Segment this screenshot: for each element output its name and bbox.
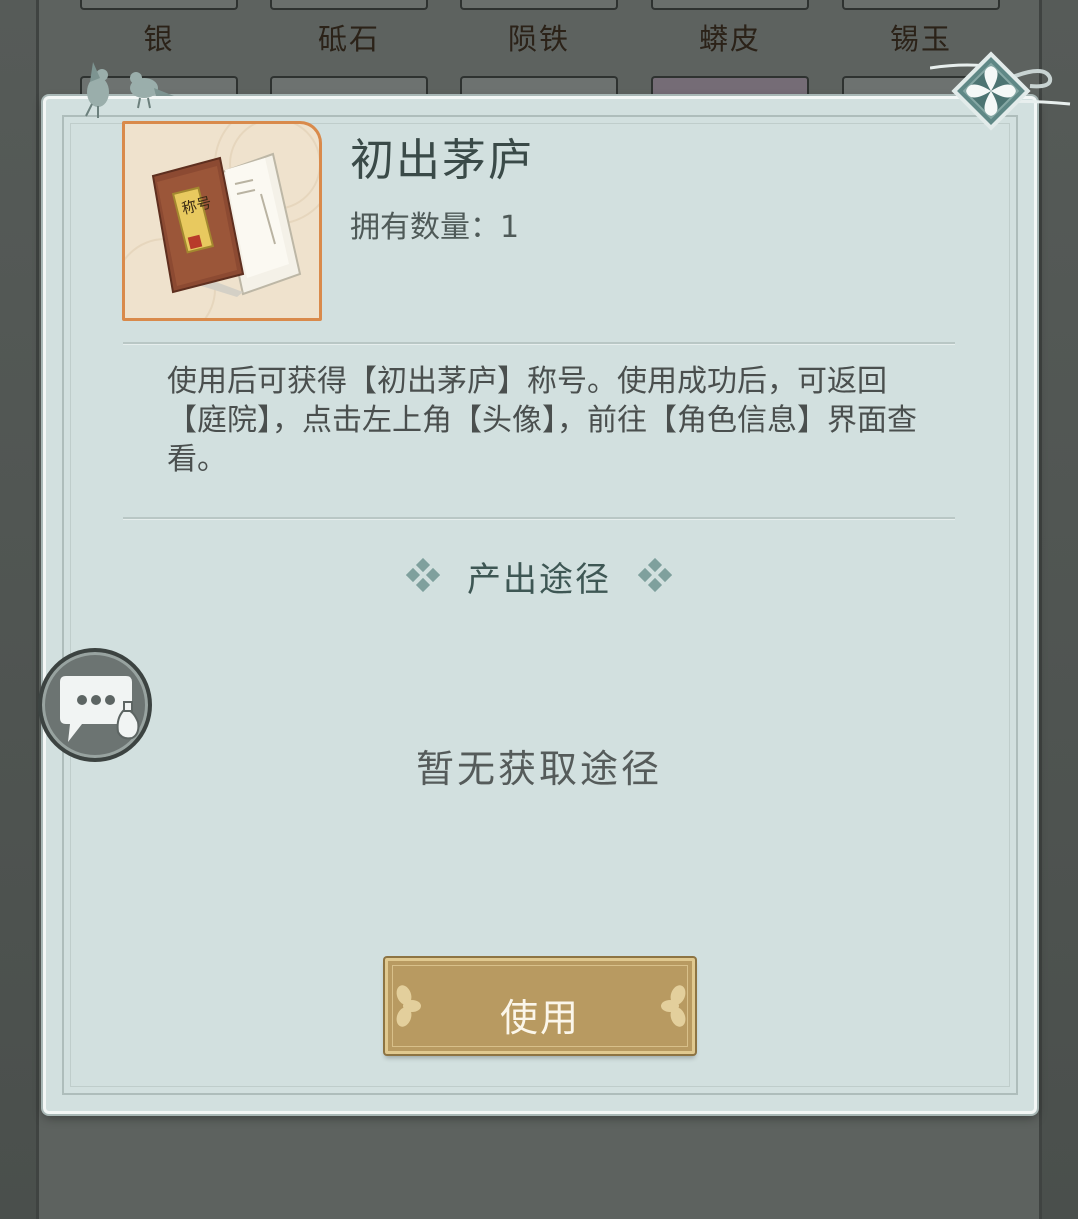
item-count: 拥有数量：1 [350,202,519,246]
item-description: 使用后可获得【初出茅庐】称号。使用成功后，可返回【庭院】，点击左上角【头像】，前… [167,364,917,477]
birds-decoration-icon [85,62,174,118]
item-icon-frame: 称号 [114,103,336,340]
inventory-item-label: 砥石 [317,22,380,56]
inventory-row: 银 砥石 陨铁 蟒皮 锡玉 [80,0,1000,106]
flower-ornament-icon [638,558,672,592]
inventory-slot [842,0,1000,10]
inventory-slot [80,0,238,10]
divider [123,517,955,520]
chat-bubble-icon [60,676,140,742]
inventory-item-label: 陨铁 [507,22,570,56]
use-button[interactable]: 使用 [385,958,695,1054]
inventory-slot [270,0,428,10]
divider [123,342,955,345]
item-count-value: 1 [500,210,520,245]
inventory-slot [651,0,809,10]
item-count-label: 拥有数量： [350,210,500,245]
close-button[interactable] [948,48,1034,134]
inventory-slot [460,0,618,10]
source-section-header: 产出途径 [404,552,674,600]
chat-button[interactable] [38,648,152,762]
source-title: 产出途径 [467,560,611,600]
no-source-message: 暂无获取途径 [415,747,662,791]
petal-ornament-icon [661,985,686,1027]
inventory-item-label: 蟒皮 [698,22,761,56]
item-title: 初出茅庐 [350,135,534,186]
title-scroll-icon: 称号 [114,103,336,340]
use-button-label: 使用 [499,996,580,1040]
